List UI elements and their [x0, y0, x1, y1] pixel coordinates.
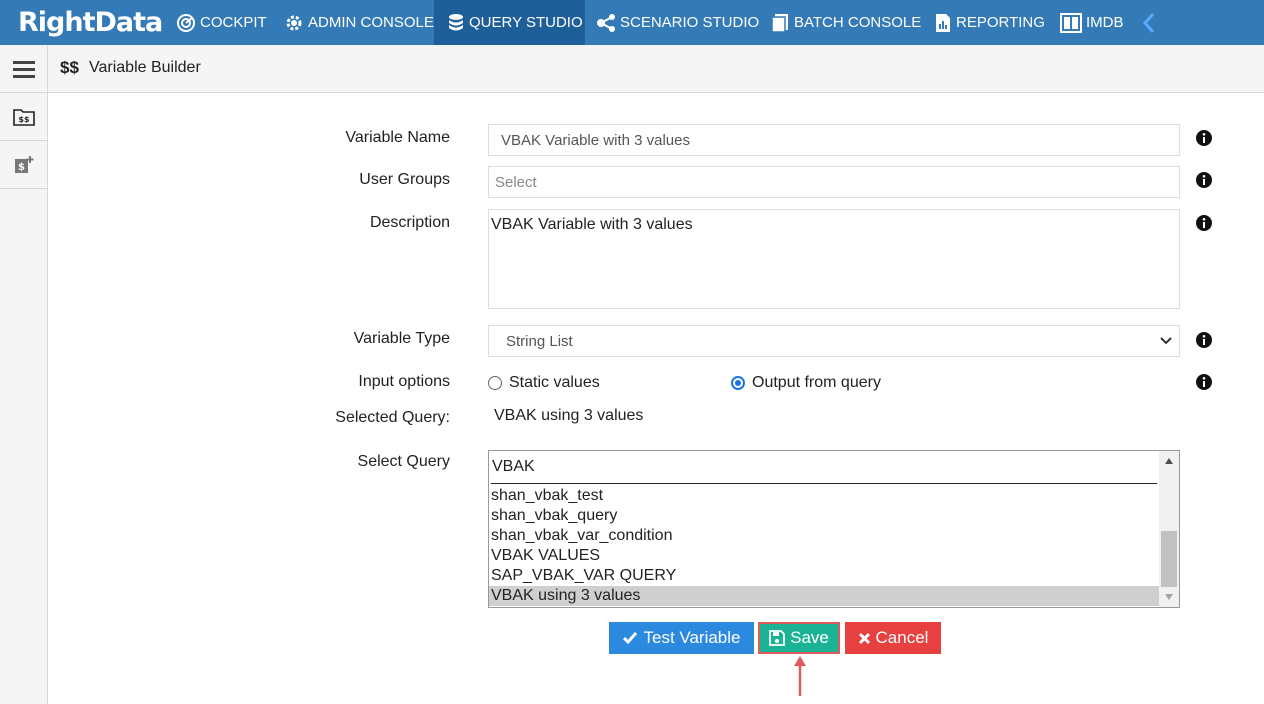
list-item[interactable]: shan_vbak_query — [489, 506, 1159, 526]
input-options-label: Input options — [358, 373, 450, 390]
floppy-disk-icon — [769, 630, 786, 646]
close-icon — [858, 632, 870, 644]
report-icon — [936, 13, 950, 32]
nav-label: QUERY STUDIO — [469, 14, 583, 31]
save-button[interactable]: Save — [758, 622, 840, 654]
batch-icon — [771, 13, 788, 33]
columns-icon — [1060, 12, 1082, 33]
nav-label: REPORTING — [956, 14, 1045, 31]
check-icon — [623, 632, 638, 645]
variable-folder-icon: $$ — [12, 108, 35, 126]
select-query-label: Select Query — [357, 453, 450, 470]
cancel-button[interactable]: Cancel — [845, 622, 941, 654]
nav-scenario-studio[interactable]: SCENARIO STUDIO — [596, 0, 759, 45]
svg-text:$: $ — [18, 162, 25, 173]
chevron-down-icon — [1160, 337, 1172, 345]
nav-label: BATCH CONSOLE — [794, 14, 922, 31]
radio-output-from-query[interactable]: Output from query — [731, 374, 881, 392]
info-icon[interactable] — [1196, 332, 1212, 348]
listbox-scrollbar[interactable] — [1159, 451, 1179, 607]
annotation-arrow-icon — [794, 656, 806, 696]
info-icon[interactable] — [1196, 215, 1212, 231]
sub-header: $$ Variable Builder — [0, 45, 1264, 93]
top-nav: RightData COCKPIT ADMIN CONSOLE QUERY ST… — [0, 0, 1264, 45]
user-groups-select[interactable]: Select — [488, 166, 1180, 198]
sidebar-variables-button[interactable]: $$ — [0, 93, 47, 141]
scrollbar-thumb[interactable] — [1161, 531, 1177, 587]
menu-toggle-button[interactable] — [0, 45, 48, 92]
info-icon[interactable] — [1196, 374, 1212, 390]
chevron-left-icon[interactable] — [1140, 11, 1160, 35]
list-item[interactable]: shan_vbak_test — [489, 486, 1159, 506]
nav-label: ADMIN CONSOLE — [308, 14, 434, 31]
variable-type-select[interactable]: String List — [488, 325, 1180, 357]
button-label: Cancel — [875, 628, 929, 647]
svg-text:$$: $$ — [18, 115, 30, 124]
selected-query-value: VBAK using 3 values — [494, 407, 644, 424]
list-item-selected[interactable]: VBAK using 3 values — [489, 586, 1159, 606]
network-icon — [597, 13, 615, 32]
variable-type-value: String List — [506, 333, 573, 350]
variable-type-label: Variable Type — [353, 330, 450, 347]
nav-label: COCKPIT — [200, 14, 267, 31]
radio-label: Static values — [509, 374, 600, 391]
variable-name-label: Variable Name — [345, 129, 450, 146]
nav-admin-console[interactable]: ADMIN CONSOLE — [284, 0, 434, 45]
radio-circle[interactable] — [488, 376, 502, 390]
page-icon: $$ — [60, 58, 79, 77]
user-groups-label: User Groups — [359, 171, 450, 188]
button-label: Save — [790, 628, 829, 647]
description-textarea[interactable]: VBAK Variable with 3 values — [488, 209, 1180, 309]
list-item[interactable]: VBAK VALUES — [489, 546, 1159, 566]
gear-icon — [286, 15, 302, 30]
scroll-up-icon[interactable] — [1164, 457, 1174, 465]
app-logo[interactable]: RightData — [18, 6, 163, 40]
nav-imdb[interactable]: IMDB — [1060, 0, 1124, 45]
info-icon[interactable] — [1196, 130, 1212, 146]
variable-name-input[interactable]: VBAK Variable with 3 values — [488, 124, 1180, 156]
list-item[interactable]: shan_vbak_var_condition — [489, 526, 1159, 546]
button-label: Test Variable — [643, 628, 741, 647]
nav-label: SCENARIO STUDIO — [620, 14, 760, 31]
nav-query-studio[interactable]: QUERY STUDIO — [434, 0, 585, 45]
scroll-down-icon[interactable] — [1164, 593, 1174, 601]
nav-label: IMDB — [1086, 14, 1124, 31]
query-search-input[interactable]: VBAK — [491, 453, 1157, 484]
page-title: Variable Builder — [89, 59, 201, 76]
description-label: Description — [369, 214, 450, 231]
add-variable-icon: $ — [14, 155, 33, 173]
radio-label: Output from query — [752, 374, 881, 391]
select-query-listbox[interactable]: VBAK shan_vbak_test shan_vbak_query shan… — [488, 450, 1180, 608]
radio-static-values[interactable]: Static values — [488, 374, 600, 392]
radio-circle-checked[interactable] — [731, 376, 745, 390]
nav-reporting[interactable]: REPORTING — [934, 0, 1045, 45]
database-icon — [449, 13, 463, 30]
nav-cockpit[interactable]: COCKPIT — [176, 0, 267, 45]
cockpit-icon — [177, 13, 195, 32]
test-variable-button[interactable]: Test Variable — [609, 622, 754, 654]
left-sidebar: $$ $ — [0, 93, 48, 704]
info-icon[interactable] — [1196, 172, 1212, 188]
selected-query-label: Selected Query: — [335, 409, 450, 426]
nav-batch-console[interactable]: BATCH CONSOLE — [770, 0, 921, 45]
sidebar-add-variable-button[interactable]: $ — [0, 141, 47, 189]
list-item[interactable]: SAP_VBAK_VAR QUERY — [489, 566, 1159, 586]
hamburger-icon — [12, 60, 35, 78]
